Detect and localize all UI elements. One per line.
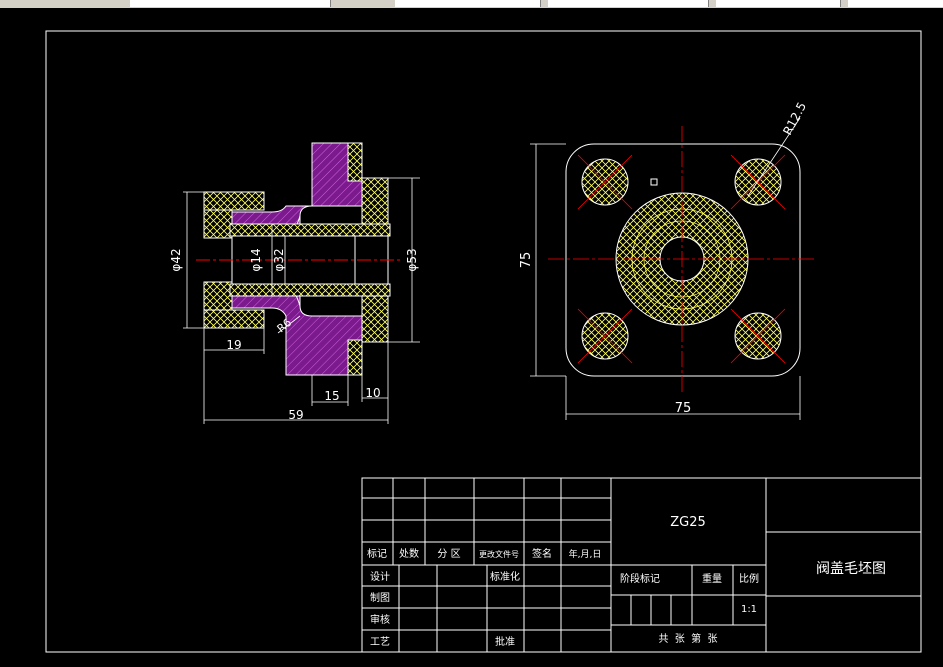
cad-toolbar-strip <box>0 0 943 8</box>
top-view: 75 75 R12.5 <box>519 100 815 420</box>
dim-r12-5: R12.5 <box>780 100 809 138</box>
label-process: 工艺 <box>370 636 390 648</box>
label-date: 年,月,日 <box>569 548 602 560</box>
dim-d14: φ14 <box>249 248 263 271</box>
right-flange-top <box>347 142 363 182</box>
left-flange-top <box>203 191 265 211</box>
dim-d42: φ42 <box>169 248 183 271</box>
dim-height-75: 75 <box>519 252 534 269</box>
label-stage-mark: 阶段标记 <box>620 572 660 585</box>
label-zone: 分 区 <box>437 548 460 560</box>
lineweight-dropdown[interactable] <box>716 0 841 7</box>
color-dropdown[interactable] <box>395 0 541 7</box>
scale-value: 1:1 <box>741 604 757 615</box>
label-approve: 批准 <box>495 635 515 648</box>
layer-dropdown[interactable] <box>130 0 331 7</box>
dim-10: 10 <box>365 386 380 400</box>
plotstyle-dropdown[interactable] <box>848 0 943 7</box>
dim-19: 19 <box>226 338 241 352</box>
linetype-dropdown[interactable] <box>548 0 709 7</box>
dim-15: 15 <box>324 389 339 403</box>
dim-59: 59 <box>288 408 303 422</box>
label-design: 设计 <box>370 570 390 583</box>
label-sign: 签名 <box>532 547 552 560</box>
label-drawing: 制图 <box>370 591 390 604</box>
label-scale: 比例 <box>739 572 759 585</box>
drawing-name: 阀盖毛坯图 <box>816 561 886 577</box>
label-weight: 重量 <box>702 572 722 585</box>
drawing-canvas[interactable]: φ42 φ14 φ32 φ53 19 15 10 59 R6 75 75 R12… <box>0 8 943 663</box>
dim-d32: φ32 <box>272 248 286 271</box>
cad-drawing: φ42 φ14 φ32 φ53 19 15 10 59 R6 75 75 R12… <box>45 30 922 653</box>
label-standardize: 标准化 <box>490 570 520 583</box>
label-count: 处数 <box>399 547 419 560</box>
label-review: 审核 <box>370 613 390 626</box>
dim-d53: φ53 <box>405 248 419 271</box>
right-flange-bottom <box>347 339 363 376</box>
title-block-text: ZG25 阀盖毛坯图 标记 处数 分 区 更改文件号 签名 年,月,日 设计 标… <box>367 515 886 648</box>
label-sheets: 共 张 第 张 <box>658 632 717 645</box>
label-change-doc: 更改文件号 <box>479 549 519 559</box>
dim-width-75: 75 <box>675 401 692 416</box>
material-label: ZG25 <box>670 515 706 530</box>
label-mark: 标记 <box>367 548 387 560</box>
left-flange-bottom <box>203 309 265 329</box>
section-view: φ42 φ14 φ32 φ53 19 15 10 59 R6 <box>169 142 420 424</box>
